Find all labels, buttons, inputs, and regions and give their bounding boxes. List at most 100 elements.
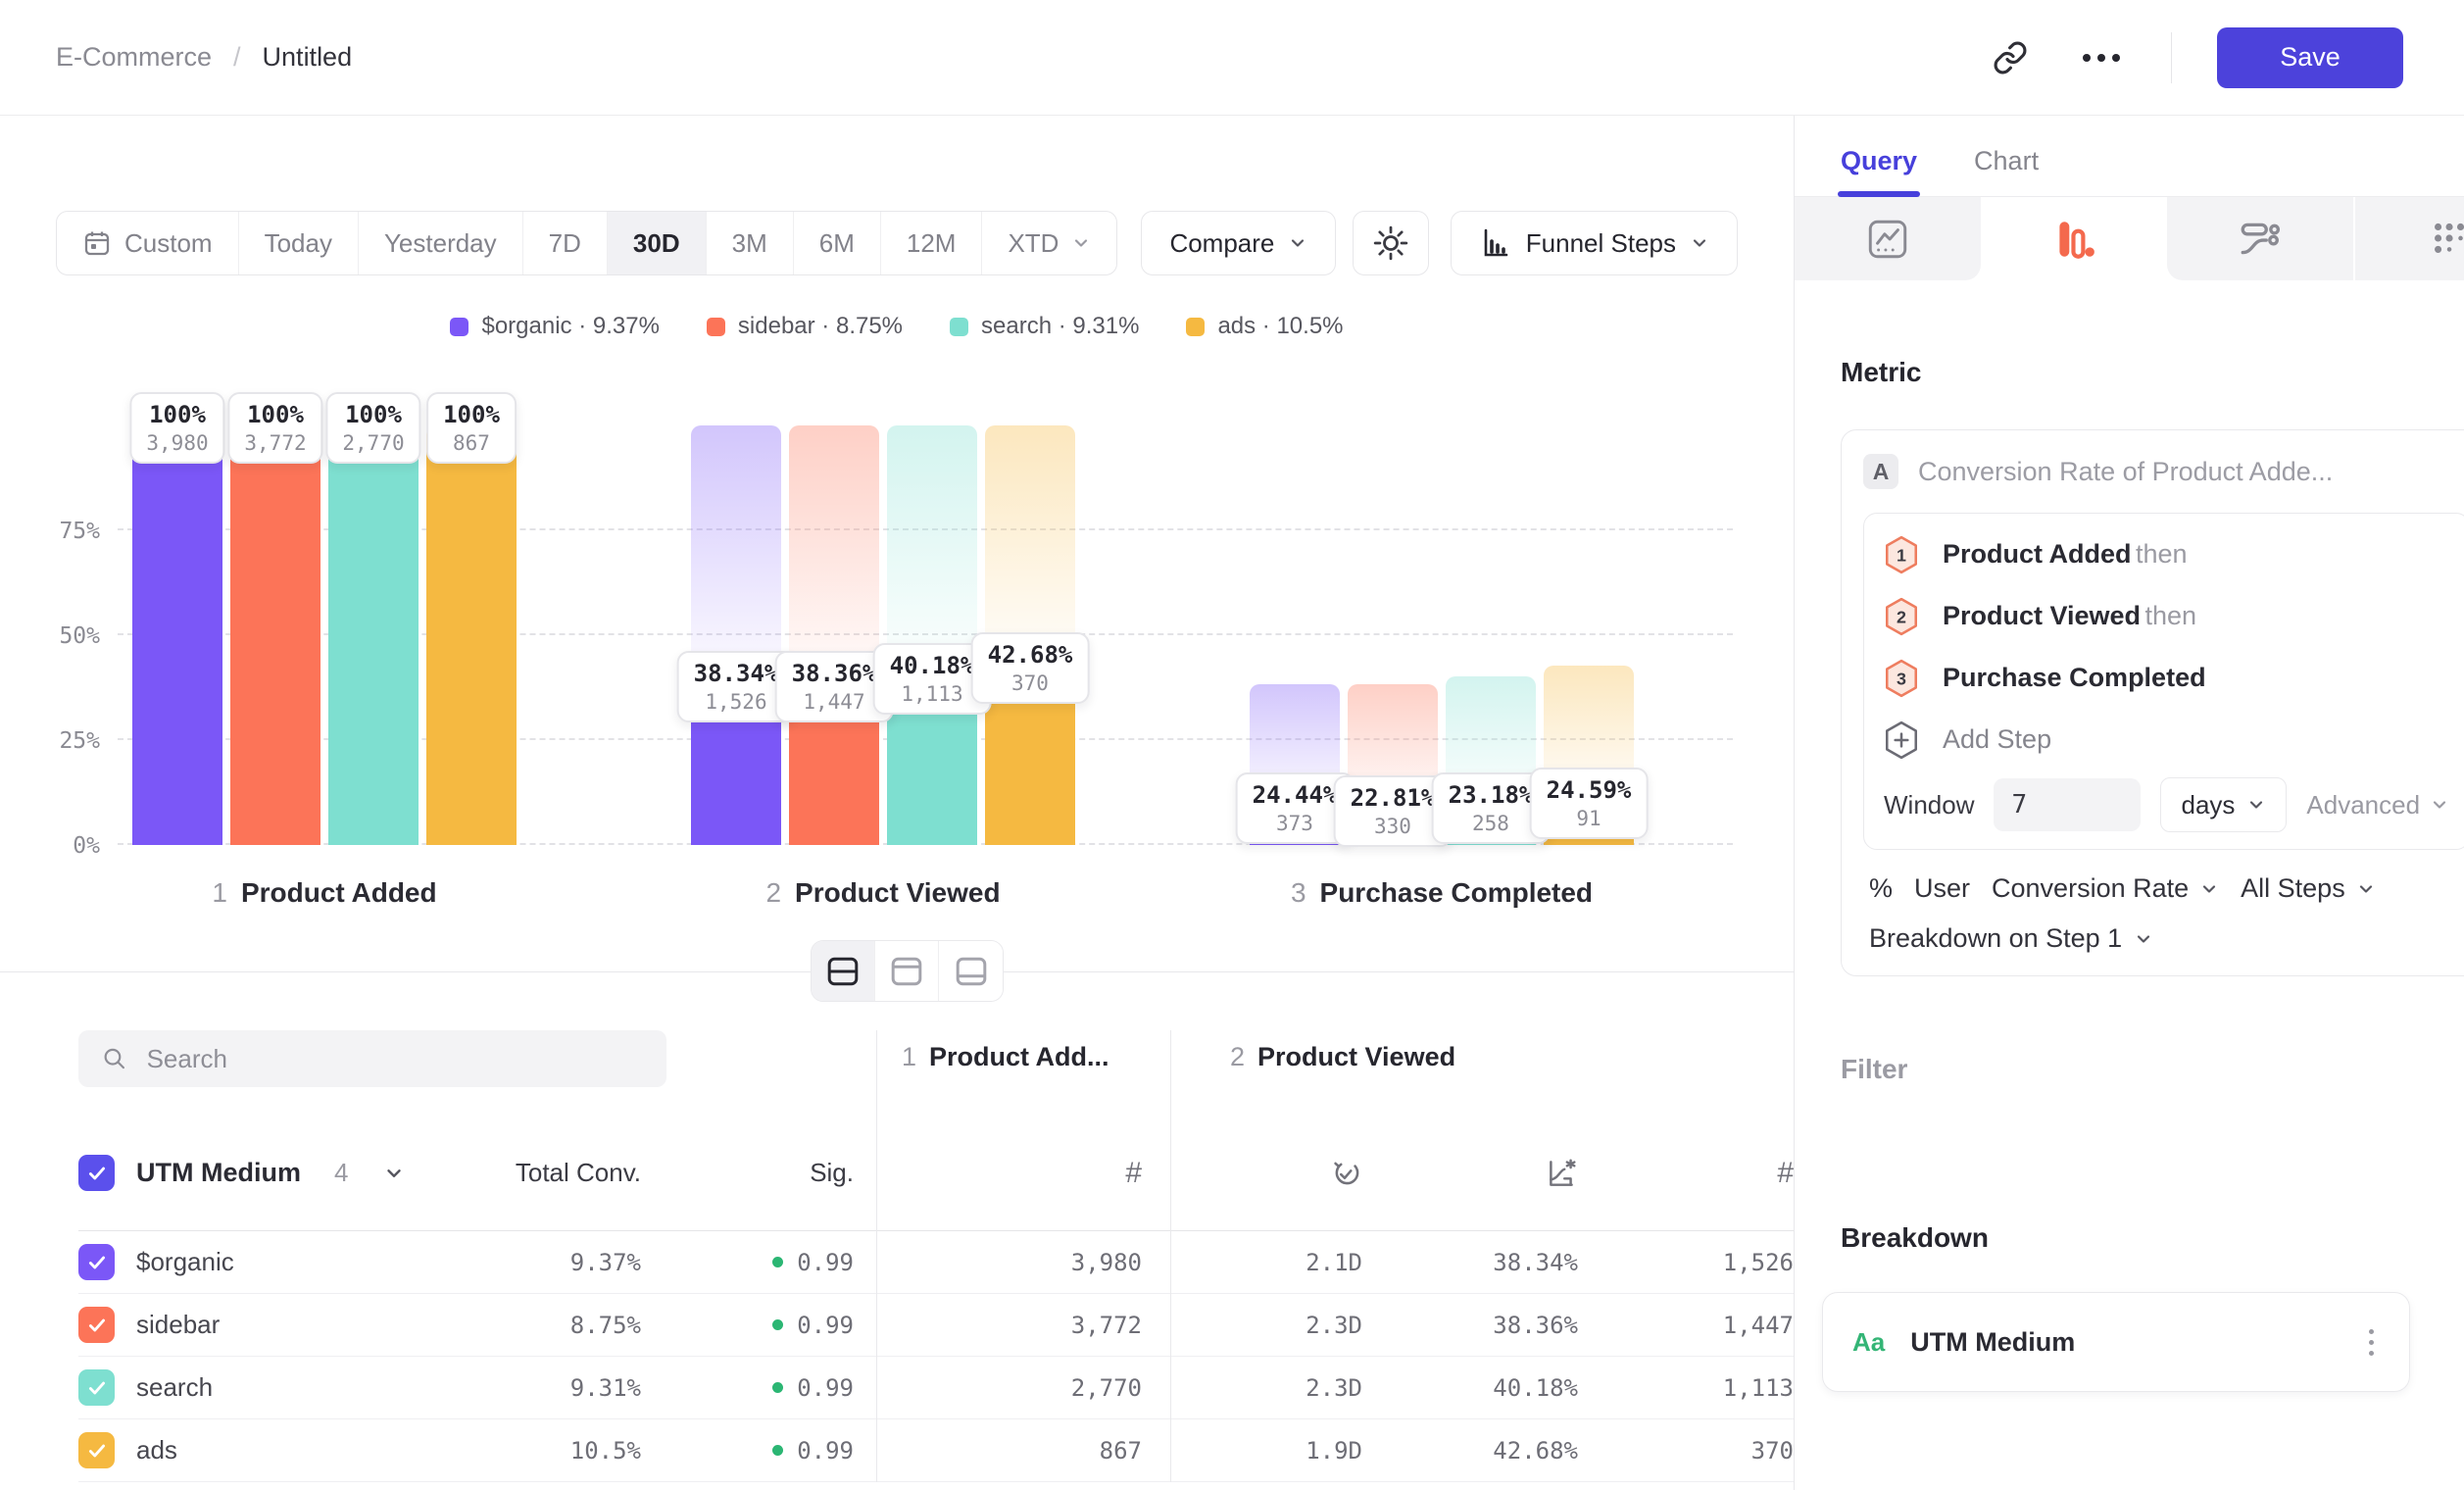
bar-value-label: 100%3,772 xyxy=(227,392,322,464)
table-row-search[interactable]: search 9.31% 0.99 2,770 2.3D 40.18% 1,11… xyxy=(78,1357,1794,1419)
date-range-yesterday[interactable]: Yesterday xyxy=(359,212,523,274)
chart-plot-area: 75%50%25%0%100%3,980100%3,772100%2,77010… xyxy=(118,384,1733,845)
funnel-bar-ads[interactable]: 100%867 xyxy=(426,384,517,845)
step2-count: 1,447 xyxy=(1578,1312,1794,1339)
funnel-bar-ads[interactable]: 42.68%370 xyxy=(985,384,1075,845)
table-row-ads[interactable]: ads 10.5% 0.99 867 1.9D 42.68% 370 xyxy=(78,1419,1794,1482)
step2-count: 1,113 xyxy=(1578,1374,1794,1402)
chart-settings-button[interactable] xyxy=(1353,211,1429,275)
measure-scope-select[interactable]: All Steps xyxy=(2241,873,2376,904)
funnel-bar-$organic[interactable]: 24.44%373 xyxy=(1250,384,1340,845)
step-number-badge: 1 xyxy=(1884,535,1919,574)
date-range-6m[interactable]: 6M xyxy=(794,212,881,274)
legend-item[interactable]: ads · 10.5% xyxy=(1186,313,1343,340)
conversion-rate-column-icon[interactable] xyxy=(1545,1157,1578,1190)
step2-avg-time: 2.1D xyxy=(1142,1249,1362,1276)
window-unit-select[interactable]: days xyxy=(2160,777,2287,832)
funnel-bar-search[interactable]: 100%2,770 xyxy=(328,384,419,845)
layout-toggle-chart-top-view[interactable] xyxy=(875,941,939,1001)
advanced-toggle[interactable]: Advanced xyxy=(2306,790,2449,820)
funnel-bar-sidebar[interactable]: 22.81%330 xyxy=(1348,384,1438,845)
calendar-icon xyxy=(82,228,112,258)
metric-title-row[interactable]: A Conversion Rate of Product Adde... xyxy=(1863,454,2464,489)
date-range-xtd[interactable]: XTD xyxy=(982,212,1116,274)
table-row-$organic[interactable]: $organic 9.37% 0.99 3,980 2.1D 38.34% 1,… xyxy=(78,1231,1794,1294)
funnel-bar-$organic[interactable]: 38.34%1,526 xyxy=(691,384,781,845)
breadcrumb: E-Commerce / Untitled xyxy=(56,42,352,73)
breadcrumb-project[interactable]: E-Commerce xyxy=(56,42,212,73)
date-range-12m[interactable]: 12M xyxy=(881,212,983,274)
legend-item[interactable]: $organic · 9.37% xyxy=(450,313,659,340)
breakdown-column-header[interactable]: UTM Medium xyxy=(136,1158,301,1188)
more-options-button[interactable] xyxy=(2077,48,2126,68)
step1-count: 867 xyxy=(854,1437,1142,1465)
significance-value: 0.99 xyxy=(641,1312,854,1339)
date-range-today[interactable]: Today xyxy=(239,212,359,274)
legend-item[interactable]: search · 9.31% xyxy=(950,313,1139,340)
measure-entity[interactable]: User xyxy=(1914,873,1970,904)
count-column-icon[interactable]: # xyxy=(1777,1157,1794,1190)
row-checkbox[interactable] xyxy=(78,1369,115,1406)
breadcrumb-current[interactable]: Untitled xyxy=(263,42,353,73)
avg-time-column-icon[interactable] xyxy=(1329,1157,1362,1190)
layout-toggle-split-view[interactable] xyxy=(812,941,875,1001)
add-step-button[interactable]: Add Step xyxy=(1884,709,2449,770)
compare-button[interactable]: Compare xyxy=(1141,211,1336,275)
legend-label: search · 9.31% xyxy=(981,313,1139,340)
chevron-down-icon[interactable] xyxy=(383,1163,405,1184)
row-checkbox[interactable] xyxy=(78,1244,115,1280)
chart-type-button[interactable]: Funnel Steps xyxy=(1451,211,1738,275)
chevron-down-icon xyxy=(2246,795,2266,815)
row-checkbox[interactable] xyxy=(78,1307,115,1343)
select-all-checkbox[interactable] xyxy=(78,1155,115,1191)
tab-journeys-chart[interactable] xyxy=(2167,197,2353,280)
chevron-down-icon xyxy=(1071,233,1091,253)
date-range-30d[interactable]: 30D xyxy=(608,212,707,274)
search-input[interactable] xyxy=(145,1043,643,1075)
breakdown-property-name: UTM Medium xyxy=(1910,1327,2075,1358)
step-column-group-header[interactable]: 2Product Viewed xyxy=(1230,1042,1455,1072)
table-row-sidebar[interactable]: sidebar 8.75% 0.99 3,772 2.3D 38.36% 1,4… xyxy=(78,1294,1794,1357)
significance-column-header[interactable]: Sig. xyxy=(810,1158,854,1188)
breadcrumb-separator: / xyxy=(233,42,241,73)
funnel-bar-ads[interactable]: 24.59%91 xyxy=(1544,384,1634,845)
funnel-bar-search[interactable]: 40.18%1,113 xyxy=(887,384,977,845)
add-breakdown-button[interactable] xyxy=(2459,1221,2464,1255)
kebab-menu-icon[interactable] xyxy=(2363,1323,2380,1362)
tab-chart[interactable]: Chart xyxy=(1974,146,2039,176)
funnel-step-group: 38.34%1,52638.36%1,44740.18%1,11342.68%3… xyxy=(691,384,1075,845)
add-filter-button[interactable] xyxy=(2459,1053,2464,1086)
date-range-custom[interactable]: Custom xyxy=(57,212,239,274)
share-link-button[interactable] xyxy=(1989,36,2032,79)
query-step-2[interactable]: 2Product Viewed then xyxy=(1884,585,2449,647)
tab-funnel-chart[interactable] xyxy=(1981,197,2167,280)
filter-section: Filter xyxy=(1841,1053,2464,1086)
window-value-input[interactable] xyxy=(1994,778,2141,831)
date-range-3m[interactable]: 3M xyxy=(707,212,794,274)
step-column-group-header[interactable]: 1Product Add... xyxy=(902,1042,1109,1072)
layout-toggle-table-bottom-view[interactable] xyxy=(939,941,1003,1001)
funnel-bar-sidebar[interactable]: 100%3,772 xyxy=(230,384,320,845)
count-column-icon[interactable]: # xyxy=(1125,1157,1142,1190)
funnel-chart: 75%50%25%0%100%3,980100%3,772100%2,77010… xyxy=(56,384,1738,919)
query-step-1[interactable]: 1Product Added then xyxy=(1884,523,2449,585)
breakdown-on-step-select[interactable]: Breakdown on Step 1 xyxy=(1869,923,2153,954)
legend-item[interactable]: sidebar · 8.75% xyxy=(707,313,903,340)
funnel-bar-$organic[interactable]: 100%3,980 xyxy=(132,384,222,845)
date-range-7d[interactable]: 7D xyxy=(523,212,608,274)
tab-retention-chart[interactable] xyxy=(2353,197,2464,280)
significance-value: 0.99 xyxy=(641,1374,854,1402)
funnel-bar-sidebar[interactable]: 38.36%1,447 xyxy=(789,384,879,845)
tab-query[interactable]: Query xyxy=(1841,146,1917,176)
total-conv-column-header[interactable]: Total Conv. xyxy=(516,1158,641,1188)
legend-label: ads · 10.5% xyxy=(1217,313,1343,340)
save-button[interactable]: Save xyxy=(2217,27,2403,88)
tab-line-chart[interactable] xyxy=(1795,197,1981,280)
funnel-bar-search[interactable]: 23.18%258 xyxy=(1446,384,1536,845)
query-step-3[interactable]: 3Purchase Completed xyxy=(1884,647,2449,709)
row-checkbox[interactable] xyxy=(78,1432,115,1468)
breakdown-property-card[interactable]: Aa UTM Medium xyxy=(1822,1292,2410,1392)
measure-metric-select[interactable]: Conversion Rate xyxy=(1992,873,2219,904)
step1-count: 3,772 xyxy=(854,1312,1142,1339)
total-conversion-value: 9.37% xyxy=(431,1249,641,1276)
